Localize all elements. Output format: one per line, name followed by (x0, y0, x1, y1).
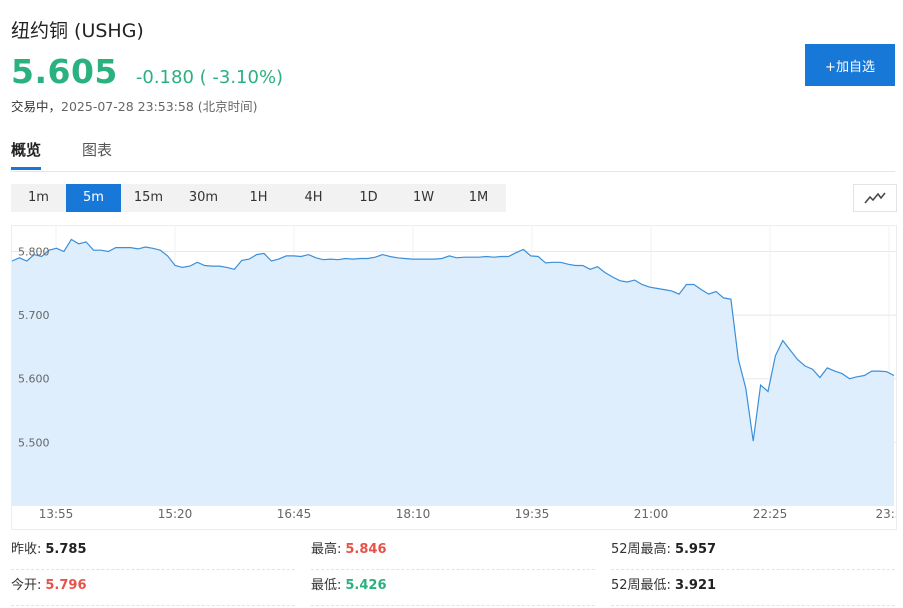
x-tick-label: 23:5 (876, 507, 896, 521)
stat-high: 最高: 5.846 (311, 536, 595, 570)
y-tick-label: 5.600 (18, 373, 50, 386)
last-price: 5.605 (11, 52, 118, 91)
stat-52w-high: 52周最高: 5.957 (611, 536, 895, 570)
stat-low-label: 最低: (311, 578, 342, 593)
price-chart[interactable]: 5.800 5.700 5.600 5.500 13:55 15:20 16:45 18:10… (11, 225, 897, 530)
timeframe-15m[interactable]: 15m (121, 184, 176, 212)
stat-prev-close-label: 昨收: (11, 542, 42, 557)
view-tabs: 概览 图表 (11, 139, 895, 172)
stat-high-value: 5.846 (345, 542, 387, 557)
stat-52w-low-label: 52周最低: (611, 578, 671, 593)
timeframe-1w[interactable]: 1W (396, 184, 451, 212)
price-change: -0.180 ( -3.10%) (135, 67, 284, 88)
stat-low: 最低: 5.426 (311, 572, 595, 606)
y-tick-label: 5.800 (18, 245, 50, 258)
x-tick-label: 22:25 (753, 507, 788, 521)
line-chart-icon (864, 192, 886, 204)
x-tick-label: 18:10 (396, 507, 431, 521)
timeframe-5m[interactable]: 5m (66, 184, 121, 212)
stat-high-label: 最高: (311, 542, 342, 557)
timeframe-4h[interactable]: 4H (286, 184, 341, 212)
y-tick-label: 5.700 (18, 309, 50, 322)
chart-type-button[interactable] (853, 184, 897, 212)
price-chart-svg: 5.800 5.700 5.600 5.500 13:55 15:20 16:45 18:10… (12, 226, 896, 521)
y-tick-label: 5.500 (18, 436, 50, 449)
instrument-title: 纽约铜 (USHG) (11, 20, 144, 42)
add-to-watchlist-button[interactable]: +加自选 (805, 44, 895, 86)
x-tick-label: 13:55 (39, 507, 74, 521)
stat-52w-high-value: 5.957 (674, 542, 717, 557)
timeframe-1h[interactable]: 1H (231, 184, 286, 212)
stat-open-value: 5.796 (45, 578, 87, 593)
timeframe-30m[interactable]: 30m (176, 184, 231, 212)
timeframe-selector: 1m 5m 15m 30m 1H 4H 1D 1W 1M (11, 184, 506, 212)
x-tick-label: 19:35 (515, 507, 550, 521)
x-tick-label: 16:45 (277, 507, 312, 521)
stat-prev-close-value: 5.785 (45, 542, 87, 557)
status-timestamp: 2025-07-28 23:53:58 (北京时间) (61, 99, 258, 114)
tab-chart[interactable]: 图表 (82, 139, 112, 170)
x-tick-label: 15:20 (158, 507, 193, 521)
status-text: 交易中， (11, 99, 62, 114)
timeframe-1m[interactable]: 1m (11, 184, 66, 212)
stat-52w-high-label: 52周最高: (611, 542, 671, 557)
stat-low-value: 5.426 (345, 578, 387, 593)
price-area-fill (12, 239, 894, 506)
stat-52w-low: 52周最低: 3.921 (611, 572, 895, 606)
trading-status: 交易中，2025-07-28 23:53:58 (北京时间) (11, 96, 258, 115)
stat-52w-low-value: 3.921 (674, 578, 717, 593)
timeframe-1mo[interactable]: 1M (451, 184, 506, 212)
price-row: 5.605 -0.180 ( -3.10%) (11, 52, 283, 91)
stat-open-label: 今开: (11, 578, 42, 593)
stat-prev-close: 昨收: 5.785 (11, 536, 295, 570)
x-tick-label: 21:00 (634, 507, 669, 521)
stat-open: 今开: 5.796 (11, 572, 295, 606)
timeframe-1d[interactable]: 1D (341, 184, 396, 212)
tab-overview[interactable]: 概览 (11, 139, 42, 170)
